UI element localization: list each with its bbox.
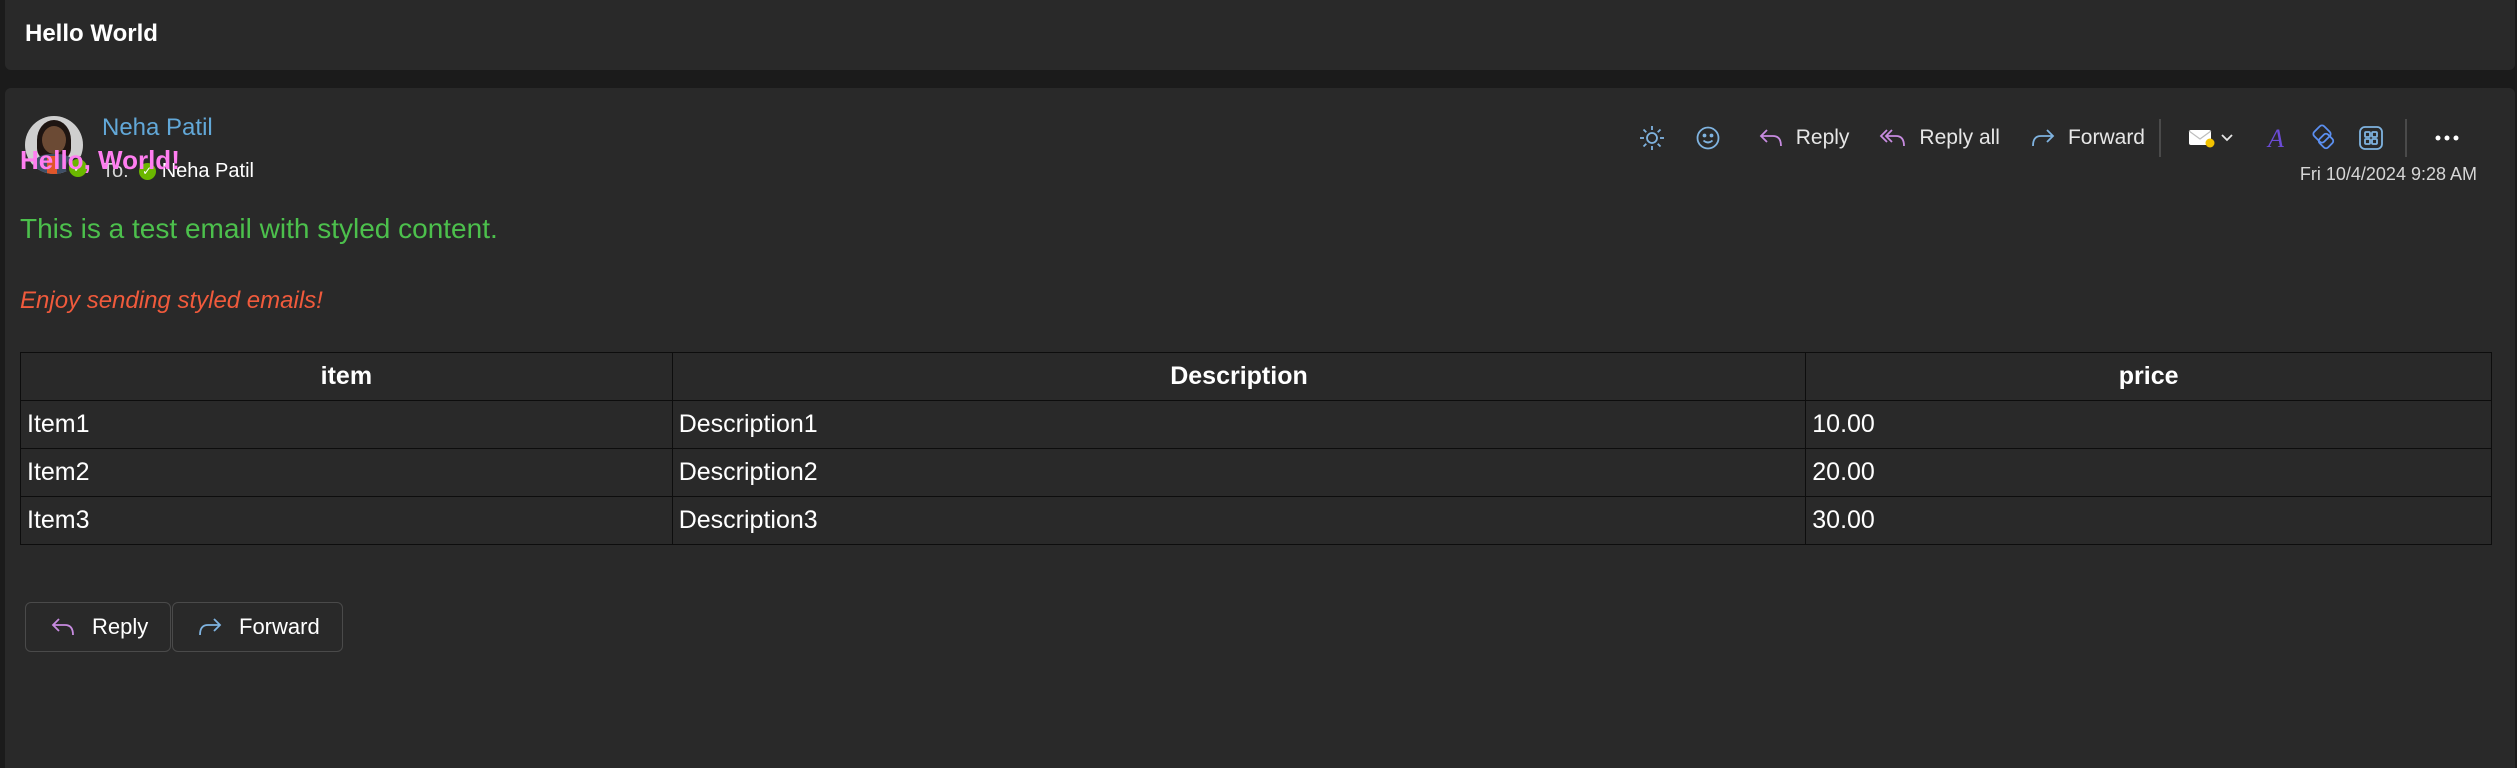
forward-icon (2032, 129, 2055, 147)
more-options-icon[interactable] (2427, 118, 2467, 158)
chevron-down-icon (2221, 134, 2233, 142)
body-italic-text: Enjoy sending styled emails! (20, 287, 323, 314)
table-cell: Item3 (20, 496, 673, 545)
brightness-icon[interactable] (1632, 118, 1672, 158)
table-row: Item3 Description3 30.00 (20, 496, 2492, 545)
svg-text:A: A (2266, 125, 2284, 151)
envelope-icon (2188, 130, 2215, 148)
table-row: Item1 Description1 10.00 (20, 400, 2492, 449)
bottom-reply-button[interactable]: Reply (25, 602, 172, 652)
message-date: Fri 10/4/2024 9:28 AM (2299, 164, 2477, 184)
bottom-forward-button[interactable]: Forward (172, 602, 343, 652)
email-subject: Hello World (25, 20, 158, 47)
table-cell: Description2 (671, 448, 1807, 497)
forward-button[interactable]: Forward (2030, 118, 2145, 158)
reply-all-icon (1880, 129, 1906, 147)
body-heading: Hello, World! (20, 145, 180, 175)
table-cell: Description1 (671, 400, 1807, 449)
reply-label: Reply (92, 614, 149, 639)
table-header: item (20, 352, 673, 401)
message-toolbar: Reply Reply all Forward A (1616, 118, 2467, 158)
toolbar-separator (2405, 119, 2407, 157)
forward-label: Forward (239, 614, 320, 639)
table-cell: 30.00 (1805, 496, 2492, 545)
reply-all-button[interactable]: Reply all (1879, 118, 2000, 158)
mark-unread-dropdown[interactable] (2181, 118, 2241, 158)
table-header-row: item Description price (20, 352, 2492, 401)
translate-icon[interactable] (2303, 118, 2343, 158)
table-cell: 10.00 (1805, 400, 2492, 449)
table-cell: Description3 (671, 496, 1807, 545)
emoji-icon[interactable] (1688, 118, 1728, 158)
apps-icon[interactable] (2351, 118, 2391, 158)
table-cell: 20.00 (1805, 448, 2492, 497)
table-header: Description (671, 352, 1807, 401)
forward-icon (199, 618, 222, 636)
body-paragraph: This is a test email with styled content… (20, 213, 498, 244)
subject-bar: Hello World (5, 0, 2515, 70)
table-row: Item2 Description2 20.00 (20, 448, 2492, 497)
editor-icon[interactable]: A (2257, 118, 2297, 158)
table-cell: Item1 (20, 400, 673, 449)
reply-icon (1759, 129, 1782, 147)
table-cell: Item2 (20, 448, 673, 497)
table-header: price (1805, 352, 2492, 401)
toolbar-separator (2159, 119, 2161, 157)
reply-icon (51, 618, 74, 636)
reply-button[interactable]: Reply (1758, 118, 1849, 158)
items-table: item Description price Item1 Description… (20, 352, 2492, 545)
sender-name[interactable]: Neha Patil (102, 114, 213, 142)
